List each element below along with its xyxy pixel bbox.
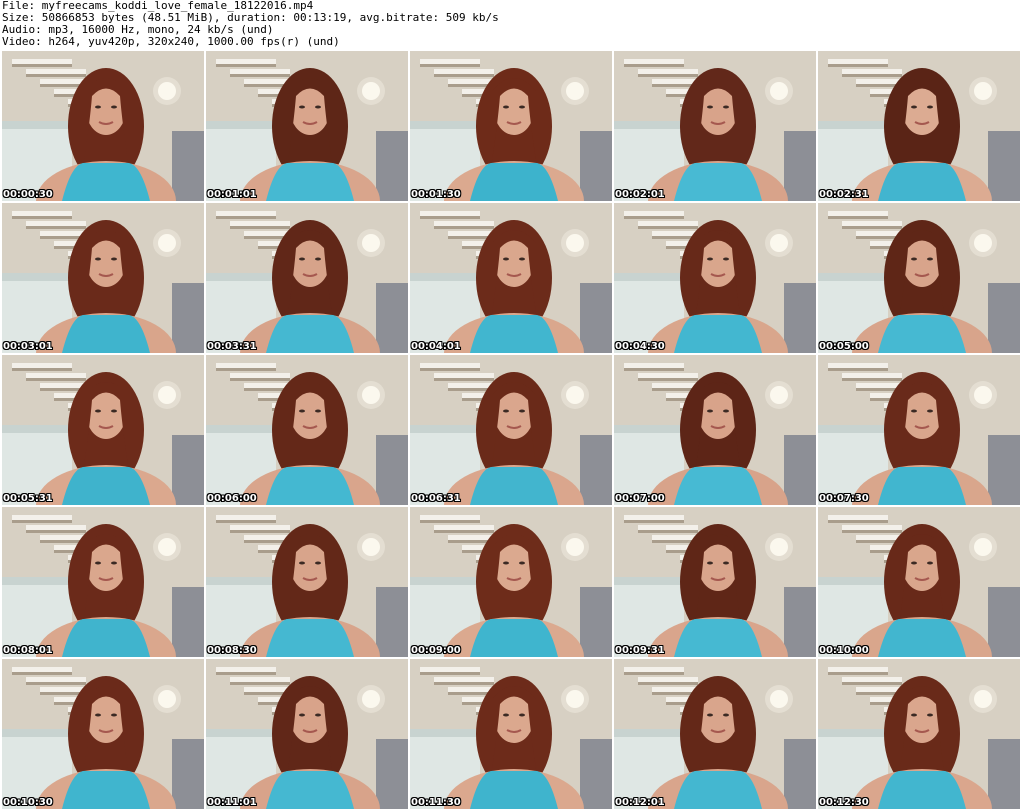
thumbnail-timestamp: 00:09:31 (615, 645, 665, 656)
thumbnail-frame (614, 51, 816, 201)
thumbnail-frame (614, 355, 816, 505)
thumbnail-timestamp: 00:04:30 (615, 341, 665, 352)
thumbnail-timestamp: 00:10:30 (3, 797, 53, 808)
video-thumbnail[interactable]: 00:00:30 (2, 51, 204, 201)
video-thumbnail[interactable]: 00:06:00 (206, 355, 408, 505)
thumbnail-frame (410, 507, 612, 657)
thumbnail-timestamp: 00:08:01 (3, 645, 53, 656)
video-thumbnail[interactable]: 00:03:01 (2, 203, 204, 353)
thumbnail-frame (410, 51, 612, 201)
video-thumbnail[interactable]: 00:09:31 (614, 507, 816, 657)
thumbnail-timestamp: 00:12:01 (615, 797, 665, 808)
file-info-header: File: myfreecams_koddi_love_female_18122… (2, 0, 1022, 50)
thumbnail-timestamp: 00:12:30 (819, 797, 869, 808)
thumbnail-timestamp: 00:02:31 (819, 189, 869, 200)
thumbnail-frame (2, 507, 204, 657)
video-thumbnail[interactable]: 00:01:30 (410, 51, 612, 201)
thumbnail-frame (614, 659, 816, 809)
thumbnail-timestamp: 00:05:00 (819, 341, 869, 352)
video-thumbnail[interactable]: 00:04:01 (410, 203, 612, 353)
video-thumbnail[interactable]: 00:10:30 (2, 659, 204, 809)
thumbnail-frame (206, 659, 408, 809)
video-thumbnail[interactable]: 00:09:00 (410, 507, 612, 657)
video-thumbnail[interactable]: 00:07:30 (818, 355, 1020, 505)
video-thumbnail[interactable]: 00:11:01 (206, 659, 408, 809)
thumbnail-frame (818, 355, 1020, 505)
thumbnail-frame (2, 203, 204, 353)
video-thumbnail[interactable]: 00:03:31 (206, 203, 408, 353)
thumbnail-frame (2, 659, 204, 809)
thumbnail-frame (206, 203, 408, 353)
thumbnail-timestamp: 00:06:31 (411, 493, 461, 504)
thumbnail-timestamp: 00:03:01 (3, 341, 53, 352)
thumbnail-timestamp: 00:02:01 (615, 189, 665, 200)
thumbnail-timestamp: 00:03:31 (207, 341, 257, 352)
video-thumbnail[interactable]: 00:11:30 (410, 659, 612, 809)
thumbnail-grid: 00:00:30 00:01:01 00:01:30 00:02:01 00:02:31… (2, 51, 1022, 811)
thumbnail-frame (206, 507, 408, 657)
thumbnail-frame (2, 51, 204, 201)
thumbnail-timestamp: 00:00:30 (3, 189, 53, 200)
video-thumbnail[interactable]: 00:05:00 (818, 203, 1020, 353)
video-thumbnail[interactable]: 00:12:01 (614, 659, 816, 809)
thumbnail-timestamp: 00:09:00 (411, 645, 461, 656)
video-thumbnail[interactable]: 00:12:30 (818, 659, 1020, 809)
thumbnail-frame (818, 51, 1020, 201)
thumbnail-frame (614, 507, 816, 657)
thumbnail-timestamp: 00:07:00 (615, 493, 665, 504)
thumbnail-timestamp: 00:01:01 (207, 189, 257, 200)
video-thumbnail[interactable]: 00:02:31 (818, 51, 1020, 201)
thumbnail-timestamp: 00:05:31 (3, 493, 53, 504)
thumbnail-frame (614, 203, 816, 353)
video-thumbnail[interactable]: 00:01:01 (206, 51, 408, 201)
video-info-line: Video: h264, yuv420p, 320x240, 1000.00 f… (2, 35, 340, 48)
thumbnail-frame (2, 355, 204, 505)
thumbnail-frame (206, 355, 408, 505)
thumbnail-timestamp: 00:07:30 (819, 493, 869, 504)
video-thumbnail[interactable]: 00:04:30 (614, 203, 816, 353)
thumbnail-frame (410, 203, 612, 353)
thumbnail-timestamp: 00:08:30 (207, 645, 257, 656)
thumbnail-timestamp: 00:11:30 (411, 797, 461, 808)
video-thumbnail[interactable]: 00:07:00 (614, 355, 816, 505)
thumbnail-timestamp: 00:11:01 (207, 797, 257, 808)
thumbnail-frame (206, 51, 408, 201)
video-thumbnail[interactable]: 00:05:31 (2, 355, 204, 505)
thumbnail-frame (410, 659, 612, 809)
thumbnail-frame (410, 355, 612, 505)
video-thumbnail[interactable]: 00:10:00 (818, 507, 1020, 657)
video-thumbnail[interactable]: 00:02:01 (614, 51, 816, 201)
video-thumbnail[interactable]: 00:08:30 (206, 507, 408, 657)
video-thumbnail[interactable]: 00:06:31 (410, 355, 612, 505)
video-thumbnail[interactable]: 00:08:01 (2, 507, 204, 657)
thumbnail-timestamp: 00:10:00 (819, 645, 869, 656)
thumbnail-frame (818, 203, 1020, 353)
thumbnail-timestamp: 00:06:00 (207, 493, 257, 504)
thumbnail-timestamp: 00:01:30 (411, 189, 461, 200)
thumbnail-frame (818, 507, 1020, 657)
thumbnail-timestamp: 00:04:01 (411, 341, 461, 352)
thumbnail-frame (818, 659, 1020, 809)
